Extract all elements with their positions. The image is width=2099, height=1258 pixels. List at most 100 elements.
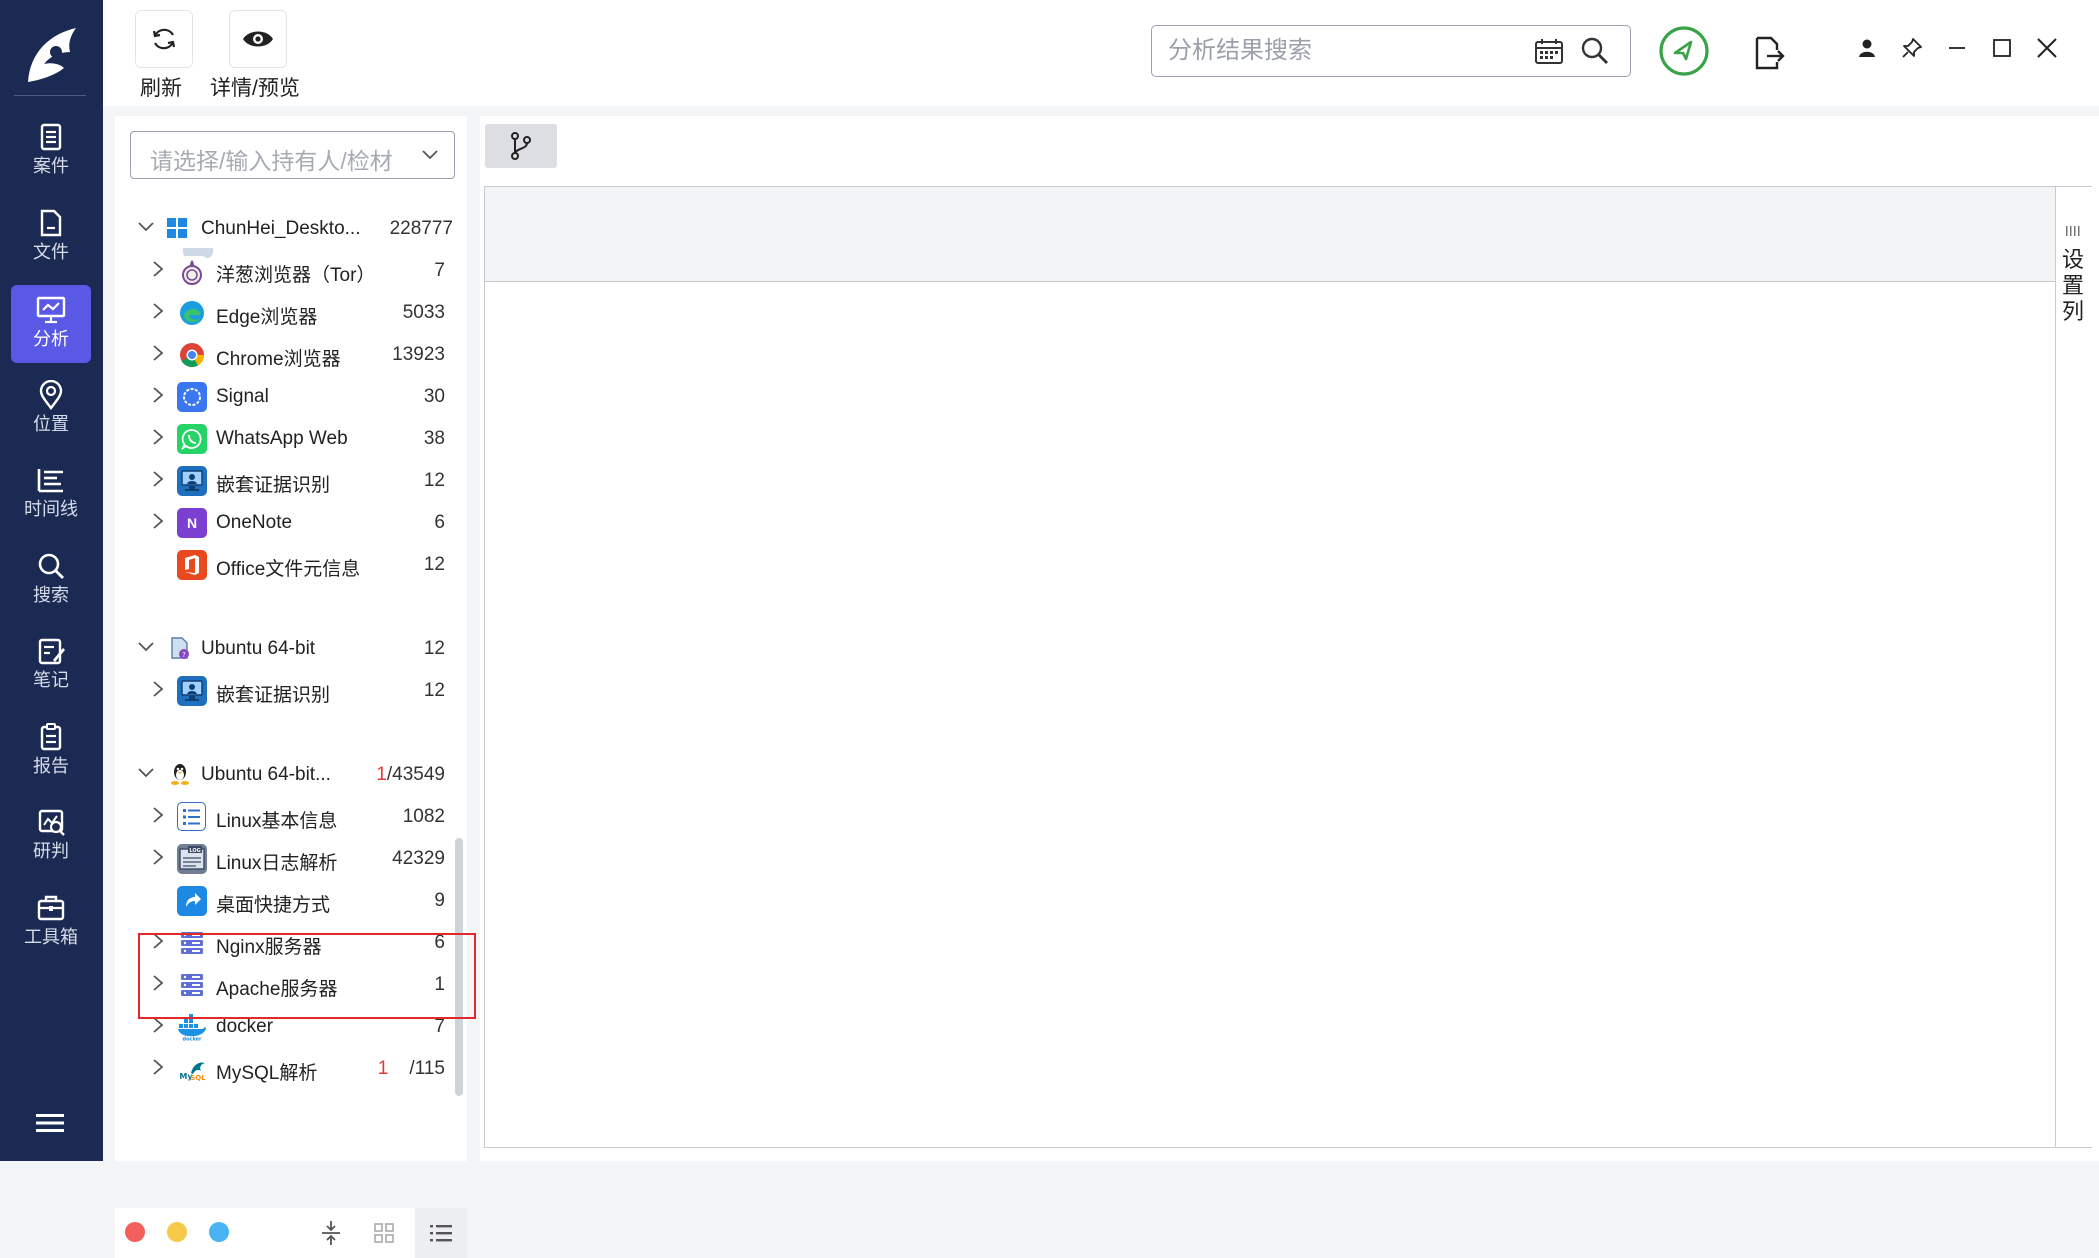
nav-item-case[interactable]: 案件 [11,112,91,190]
chevron-right-icon[interactable] [150,344,166,362]
refresh-button[interactable] [135,10,193,68]
git-branch-icon [511,132,531,160]
nav-item-toolbox[interactable]: 工具箱 [11,883,91,961]
tree-device-row[interactable]: ChunHei_Deskto... 228777 [115,208,453,248]
pin-button[interactable] [1898,34,1926,62]
office-icon [177,550,207,580]
tree-item-name: 桌面快捷方式 [216,895,331,916]
nav-item-analysis[interactable]: 分析 [11,285,91,363]
tree-item-row[interactable]: N OneNote 6 [115,502,445,542]
close-button[interactable] [2033,34,2061,62]
result-search-input[interactable] [1166,34,1510,68]
chevron-right-icon[interactable] [150,512,166,530]
chevron-right-icon[interactable] [150,470,166,488]
svg-text:?: ? [182,651,186,659]
chevron-right-icon[interactable] [150,386,166,404]
chevron-down-icon[interactable] [137,638,155,656]
hamburger-menu-icon[interactable] [36,1112,64,1134]
search-icon[interactable] [1580,36,1610,66]
tree-item-name: WhatsApp Web [216,428,348,449]
top-toolbar: 刷新 详情/预览 [103,0,2099,106]
tree-item-count: 30 [423,386,445,407]
status-indicator-icon[interactable] [1658,25,1710,77]
tree-device-row[interactable]: ? Ubuntu 64-bit 12 [115,628,445,668]
tree-item-row[interactable]: My SQL MySQL解析 1 /115 [115,1048,445,1088]
tree-bottom-bar [115,1208,467,1258]
tree-item-row[interactable]: WhatsApp Web 38 [115,418,445,458]
tree-item-count: 6 [434,512,445,533]
calendar-icon[interactable] [1534,37,1564,65]
tree-item-count: 5033 [402,302,445,323]
tree-item-row[interactable]: LOG Linux日志解析 42329 [115,838,445,878]
tree-item-count: 12 [423,470,445,491]
chevron-right-icon[interactable] [150,302,166,320]
user-button[interactable] [1853,34,1881,62]
tree-item-name: Edge浏览器 [216,307,318,328]
preview-button[interactable] [229,10,287,68]
tree-item-count: 12 [423,554,445,575]
tree-item-count: 9 [434,890,445,911]
red-filter-dot[interactable] [125,1222,145,1242]
windows-icon [167,218,187,238]
chevron-right-icon[interactable] [150,680,166,698]
list-view-button[interactable] [415,1208,467,1258]
tree-item-row[interactable]: 嵌套证据识别 12 [115,670,445,710]
nav-item-search[interactable]: 搜索 [11,541,91,619]
chevron-right-icon[interactable] [150,806,166,824]
collapse-all-icon[interactable] [320,1220,342,1246]
highlight-annotation-box [138,933,476,1019]
refresh-label: 刷新 [140,77,182,100]
tree-item-row[interactable]: Edge浏览器 5033 [115,292,445,332]
desktop-shortcut-icon [177,886,207,916]
tree-item-row[interactable]: Signal 30 [115,376,445,416]
tree-item-row[interactable]: 桌面快捷方式 9 [115,880,445,920]
tree-item-row[interactable]: 嵌套证据识别 12 [115,460,445,500]
app-logo-icon [28,28,76,82]
nav-item-file[interactable]: 文件 [11,198,91,276]
chevron-down-icon[interactable] [137,218,155,236]
tree-item-count: 38 [423,428,445,449]
refresh-icon [152,28,176,50]
nav-item-location[interactable]: 位置 [11,370,91,448]
tree-device-row[interactable]: Ubuntu 64-bit... 1/43549 [115,754,445,794]
blue-filter-dot[interactable] [209,1222,229,1242]
eye-icon [243,31,273,47]
export-icon[interactable] [1753,36,1785,70]
column-grip-icon [2066,226,2080,236]
chevron-right-icon[interactable] [150,1058,166,1076]
maximize-button[interactable] [1988,34,2016,62]
chevron-down-icon[interactable] [137,764,155,782]
tree-item-row[interactable]: Linux基本信息 1082 [115,796,445,836]
results-table-header [485,187,2055,282]
grid-view-icon[interactable] [373,1222,395,1244]
chevron-right-icon[interactable] [150,848,166,866]
nav-item-report[interactable]: 报告 [11,712,91,790]
tree-item-row[interactable]: 洋葱浏览器（Tor） 7 [115,250,445,290]
tree-item-row[interactable]: Office文件元信息 12 [115,544,445,584]
chevron-right-icon[interactable] [150,260,166,278]
minimize-button[interactable] [1943,34,1971,62]
settings-column-button[interactable]: 设置列 [2055,187,2092,1147]
tree-item-name: 洋葱浏览器（Tor） [216,265,376,286]
results-table: 设置列 [484,186,2092,1148]
chevron-right-icon[interactable] [150,428,166,446]
tree-item-count: 7 [434,1016,445,1037]
nav-item-label: 笔记 [33,670,69,690]
nav-item-research[interactable]: 研判 [11,797,91,875]
svg-text:SQL: SQL [190,1074,206,1082]
total-count: /43549 [386,764,445,785]
branch-view-button[interactable] [485,124,557,168]
holder-evidence-selector[interactable]: 请选择/输入持有人/检材 [130,131,455,179]
tree-item-count: 1082 [402,806,445,827]
edge-browser-icon [177,298,207,328]
device-count: 1/43549 [376,764,445,786]
list-view-icon [430,1225,452,1242]
tree-item-row[interactable]: Chrome浏览器 13923 [115,334,445,374]
nested-evidence-icon [177,466,207,496]
tree-item-name: MySQL解析 [216,1063,318,1084]
svg-text:docker: docker [182,1037,202,1042]
nav-item-note[interactable]: 笔记 [11,626,91,704]
nav-item-timeline[interactable]: 时间线 [11,455,91,533]
yellow-filter-dot[interactable] [167,1222,187,1242]
device-name: Ubuntu 64-bit [201,638,316,659]
